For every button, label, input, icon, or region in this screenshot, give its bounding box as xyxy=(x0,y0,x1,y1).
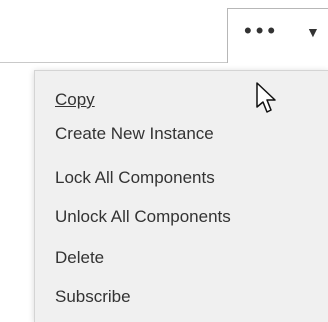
menu-item-unlock-all-components[interactable]: Unlock All Components xyxy=(55,207,231,227)
menu-item-delete[interactable]: Delete xyxy=(55,248,104,268)
context-menu: Copy Create New Instance Lock All Compon… xyxy=(34,70,328,322)
menu-item-create-new-instance[interactable]: Create New Instance xyxy=(55,124,214,144)
menu-item-copy[interactable]: Copy xyxy=(55,90,95,110)
more-options-icon: ••• xyxy=(244,18,280,43)
menu-item-lock-all-components[interactable]: Lock All Components xyxy=(55,168,215,188)
menu-item-subscribe[interactable]: Subscribe xyxy=(55,287,131,307)
chevron-down-icon: ▼ xyxy=(306,24,320,40)
more-options-button[interactable]: ••• ▼ xyxy=(227,8,328,63)
screen: S ••• ▼ Copy Create New Instance Lock Al… xyxy=(0,0,328,322)
